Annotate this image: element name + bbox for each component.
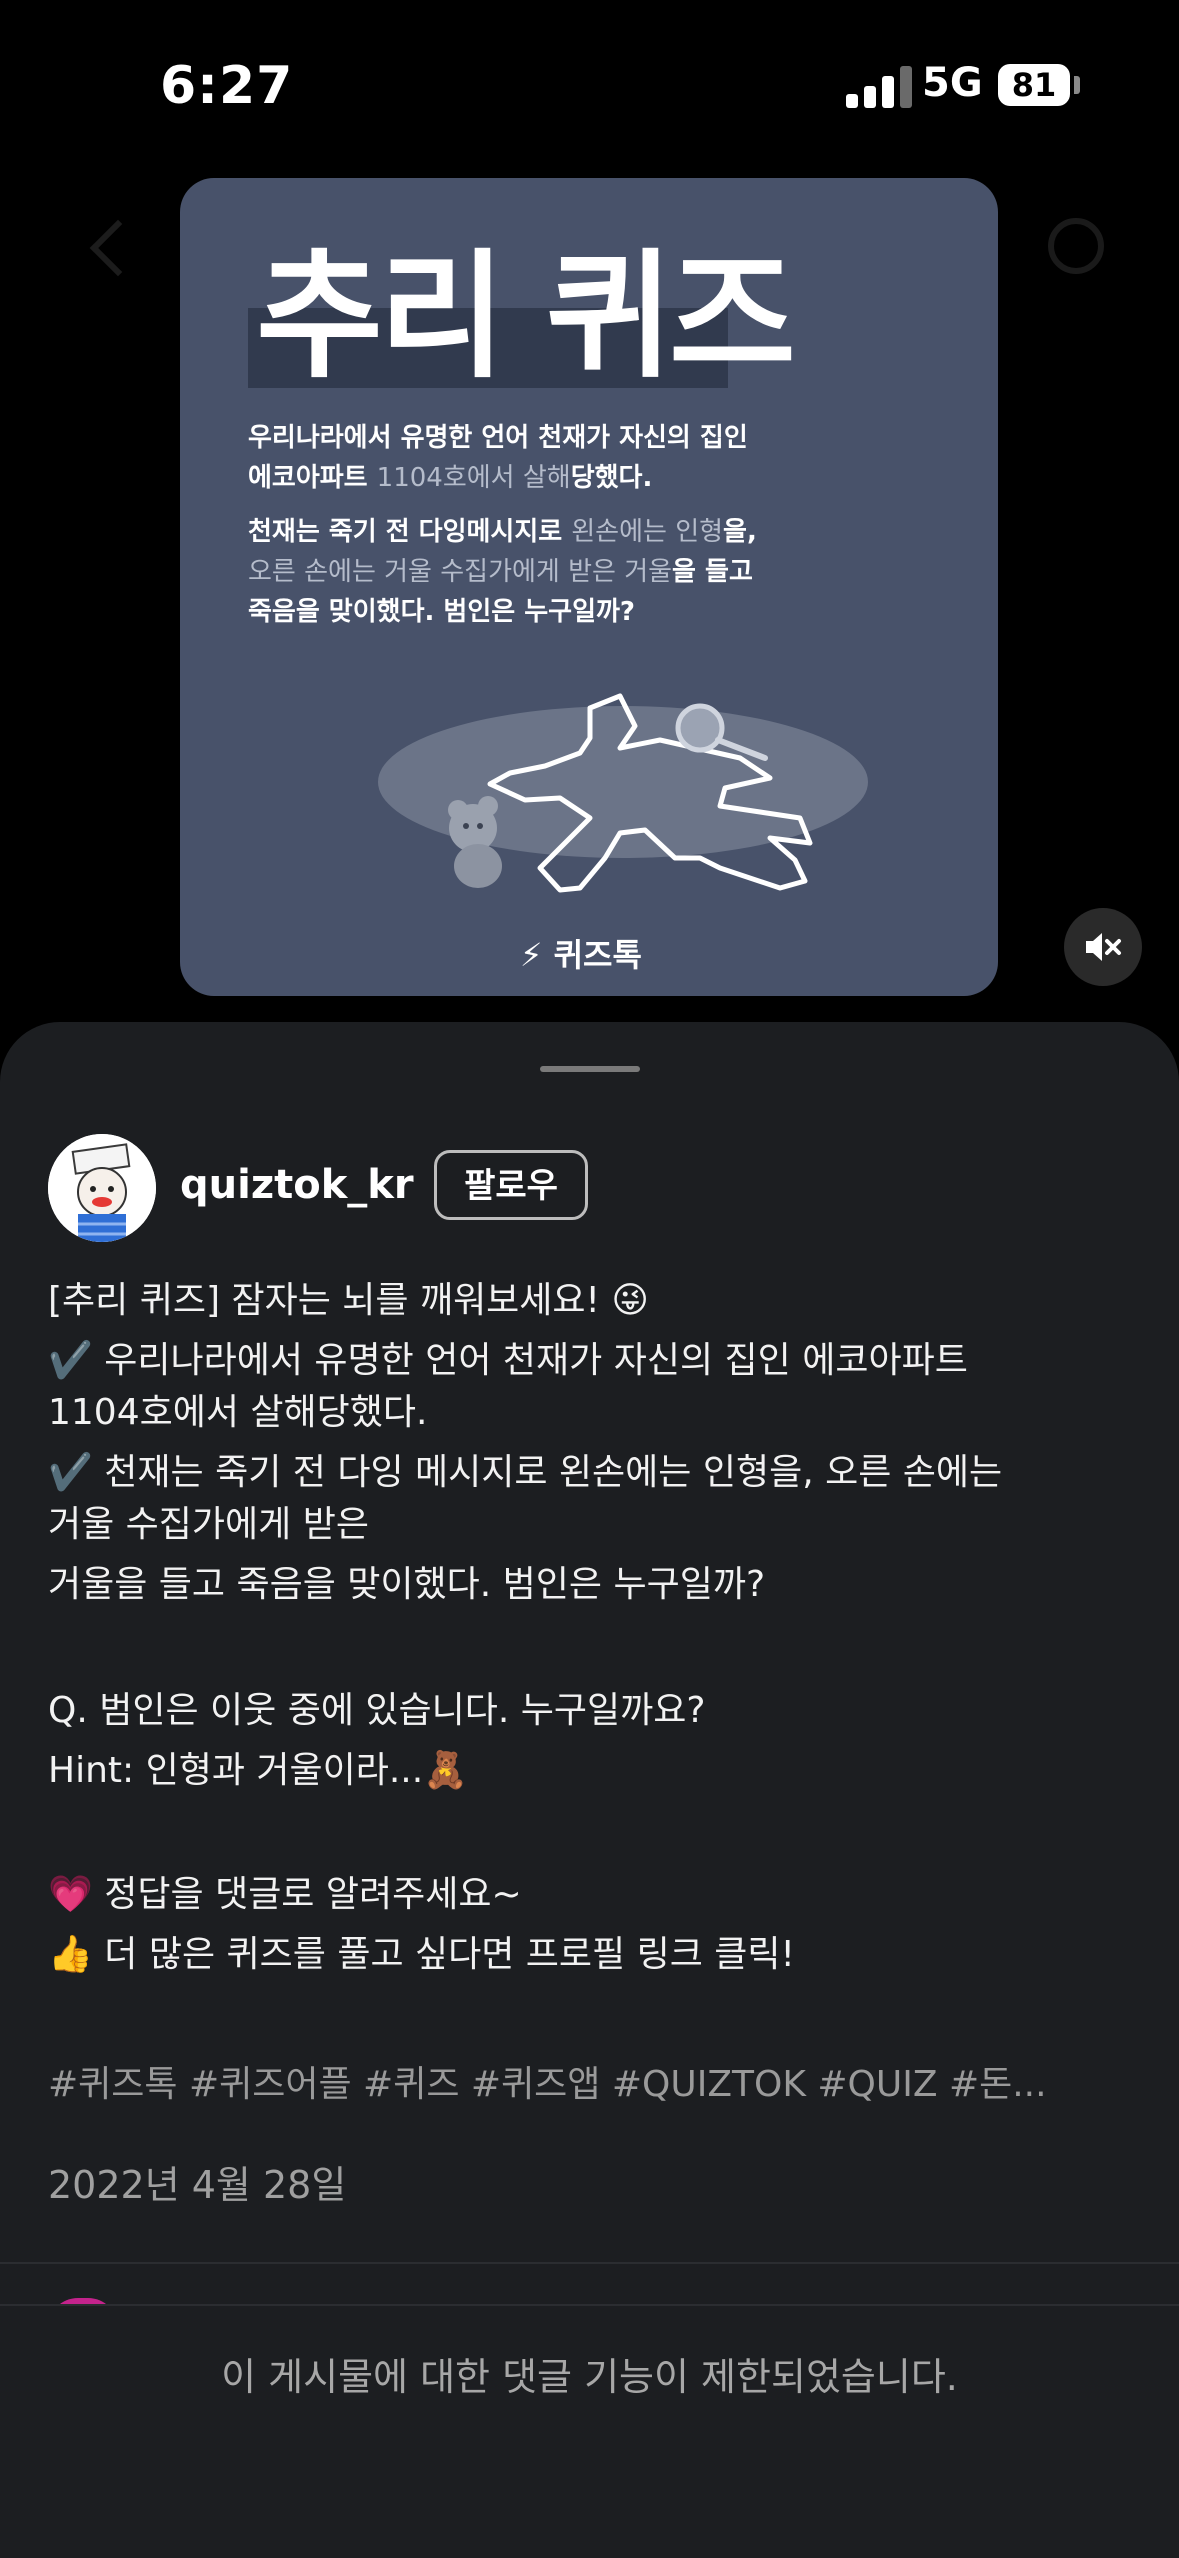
battery-level: 81 (1011, 66, 1057, 104)
divider (0, 2262, 1179, 2264)
logo-mark-icon: ⚡ (520, 936, 543, 974)
comments-disabled-notice: 이 게시물에 대한 댓글 기능이 제한되었습니다. (221, 2355, 958, 2399)
post-media[interactable]: 추리 퀴즈 우리나라에서 유명한 언어 천재가 자신의 집인 에코아파트 110… (180, 178, 998, 996)
caption-line: 거울 수집가에게 받은 (48, 1504, 369, 1545)
hashtags[interactable]: #퀴즈톡 #퀴즈어플 #퀴즈 #퀴즈앱 #QUIZTOK #QUIZ #돈... (48, 2060, 1138, 2110)
caption-line: Hint: 인형과 거울이라...🧸 (48, 1750, 469, 1791)
chevron-left-icon[interactable] (89, 219, 147, 277)
post-date: 2022년 4월 28일 (48, 2163, 347, 2207)
username[interactable]: quiztok_kr (180, 1162, 414, 1208)
battery-icon: 81 (998, 64, 1070, 106)
speaker-muted-icon (1086, 933, 1121, 961)
follow-button[interactable]: 팔로우 (434, 1150, 588, 1220)
comment-bar (0, 2304, 1179, 2558)
mute-button[interactable] (1064, 908, 1142, 986)
search-icon[interactable] (1048, 218, 1104, 274)
brand-logo: ⚡ 퀴즈톡 (520, 930, 642, 976)
caption-line: [추리 퀴즈] 잠자는 뇌를 깨워보세요! 😜 (48, 1280, 649, 1321)
caption-line: Q. 범인은 이웃 중에 있습니다. 누구일까요? (48, 1690, 706, 1731)
crime-scene-illustration (378, 693, 868, 893)
mascot-avatar-icon (48, 1134, 156, 1242)
signal-icon (846, 66, 916, 108)
status-bar: 6:27 5G 81 (0, 0, 1179, 170)
network-label: 5G (922, 60, 983, 106)
brand-logo-text: 퀴즈톡 (553, 936, 642, 974)
status-time: 6:27 (160, 56, 294, 116)
caption-line: 거울을 들고 죽음을 맞이했다. 범인은 누구일까? (48, 1564, 766, 1605)
avatar[interactable] (48, 1134, 156, 1242)
caption-line: ✔️ 천재는 죽기 전 다잉 메시지로 왼손에는 인형을, 오른 손에는 (48, 1452, 1003, 1493)
caption-line: 👍 더 많은 퀴즈를 풀고 싶다면 프로필 링크 클릭! (48, 1934, 795, 1975)
sheet-drag-handle[interactable] (540, 1066, 640, 1072)
caption-line: 1104호에서 살해당했다. (48, 1392, 428, 1433)
battery-tip (1074, 76, 1080, 94)
caption-line: 💗 정답을 댓글로 알려주세요~ (48, 1874, 522, 1915)
caption-line: ✔️ 우리나라에서 유명한 언어 천재가 자신의 집인 에코아파트 (48, 1340, 968, 1381)
